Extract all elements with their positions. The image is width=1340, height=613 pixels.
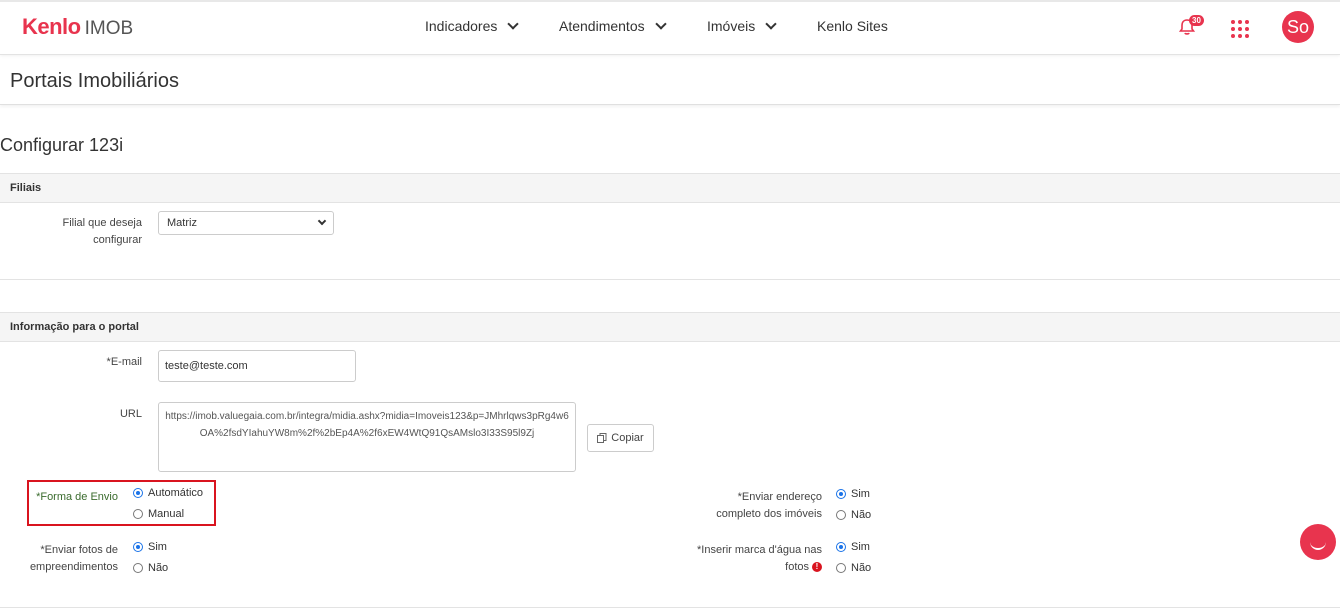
forma-envio-label: *Forma de Envio xyxy=(36,491,118,503)
enviar-endereco-label: *Enviar endereço completo dos imóveis xyxy=(716,491,822,520)
radio-button-selected xyxy=(836,542,846,552)
page-header: Portais Imobiliários xyxy=(0,56,1340,105)
chevron-down-icon xyxy=(317,216,327,226)
config-title: Configurar 123i xyxy=(0,135,124,155)
radio-button-selected xyxy=(836,489,846,499)
copy-icon xyxy=(597,433,607,443)
marca-agua-label: *Inserir marca d'água nas fotos! xyxy=(680,542,822,576)
section-header-filiais: Filiais xyxy=(0,173,1340,203)
nav-item-atendimentos[interactable]: Atendimentos xyxy=(559,17,667,34)
copy-url-button[interactable]: Copiar xyxy=(587,424,654,452)
section-title: Filiais xyxy=(10,182,42,194)
nav-item-label: Indicadores xyxy=(425,18,498,34)
notification-count-badge: 30 xyxy=(1189,15,1204,26)
url-label: URL xyxy=(119,408,142,420)
email-field[interactable]: teste@teste.com xyxy=(158,350,356,382)
radio-marca-agua-nao[interactable]: Não xyxy=(836,562,871,574)
radio-label: Não xyxy=(851,509,872,521)
branch-select[interactable]: Matriz xyxy=(158,211,334,235)
radio-label: Não xyxy=(851,562,872,574)
user-avatar[interactable]: So xyxy=(1282,11,1314,43)
radio-forma-envio-manual[interactable]: Manual xyxy=(133,508,184,520)
section-divider xyxy=(0,607,1340,608)
radio-enviar-fotos-sim[interactable]: Sim xyxy=(133,541,167,553)
copy-button-label: Copiar xyxy=(611,432,644,444)
notifications-button[interactable]: 30 xyxy=(1178,15,1208,40)
section-divider xyxy=(0,279,1340,280)
email-value: teste@teste.com xyxy=(165,360,248,372)
nav-item-kenlo-sites[interactable]: Kenlo Sites xyxy=(817,18,888,34)
radio-button-selected xyxy=(133,488,143,498)
marca-agua-label-text: *Inserir marca d'água nas fotos xyxy=(697,544,822,573)
chevron-down-icon xyxy=(765,17,777,30)
radio-label: Não xyxy=(148,562,169,574)
nav-item-indicadores[interactable]: Indicadores xyxy=(425,17,520,34)
radio-marca-agua-sim[interactable]: Sim xyxy=(836,541,870,553)
radio-button xyxy=(133,563,143,573)
radio-label: Sim xyxy=(851,541,870,553)
main-nav: Indicadores Atendimentos Imóveis Kenlo S… xyxy=(0,17,1340,38)
radio-enviar-endereco-nao[interactable]: Não xyxy=(836,509,871,521)
section-header-portal-info: Informação para o portal xyxy=(0,312,1340,342)
nav-item-imoveis[interactable]: Imóveis xyxy=(707,17,777,34)
chevron-down-icon xyxy=(654,17,667,30)
email-label: *E-mail xyxy=(106,356,142,368)
radio-button-selected xyxy=(133,542,143,552)
radio-label: Sim xyxy=(851,488,870,500)
url-field[interactable]: https://imob.valuegaia.com.br/integra/mi… xyxy=(158,402,576,472)
nav-item-label: Imóveis xyxy=(707,18,756,34)
branch-label: Filial que deseja configurar xyxy=(62,217,143,246)
alert-icon[interactable]: ! xyxy=(812,562,822,573)
nav-item-label: Atendimentos xyxy=(559,18,645,34)
radio-label: Sim xyxy=(148,541,167,553)
page-title: Portais Imobiliários xyxy=(10,70,179,92)
radio-enviar-endereco-sim[interactable]: Sim xyxy=(836,488,870,500)
chevron-down-icon xyxy=(507,17,520,30)
radio-enviar-fotos-nao[interactable]: Não xyxy=(133,562,168,574)
apps-grid-icon[interactable] xyxy=(1231,20,1249,38)
radio-button xyxy=(836,563,846,573)
branch-select-value: Matriz xyxy=(167,217,197,229)
nav-item-label: Kenlo Sites xyxy=(817,18,888,34)
chat-bubble-icon[interactable] xyxy=(1300,524,1336,560)
radio-button xyxy=(133,509,143,519)
top-navigation-bar: Kenlo IMOB Indicadores Atendimentos Imóv… xyxy=(0,0,1340,55)
radio-button xyxy=(836,510,846,520)
enviar-fotos-label: *Enviar fotos de empreendimentos xyxy=(29,544,118,573)
radio-label: Manual xyxy=(148,508,185,520)
section-title: Informação para o portal xyxy=(10,321,139,333)
radio-label: Automático xyxy=(148,487,204,499)
radio-forma-envio-automatico[interactable]: Automático xyxy=(133,487,203,499)
